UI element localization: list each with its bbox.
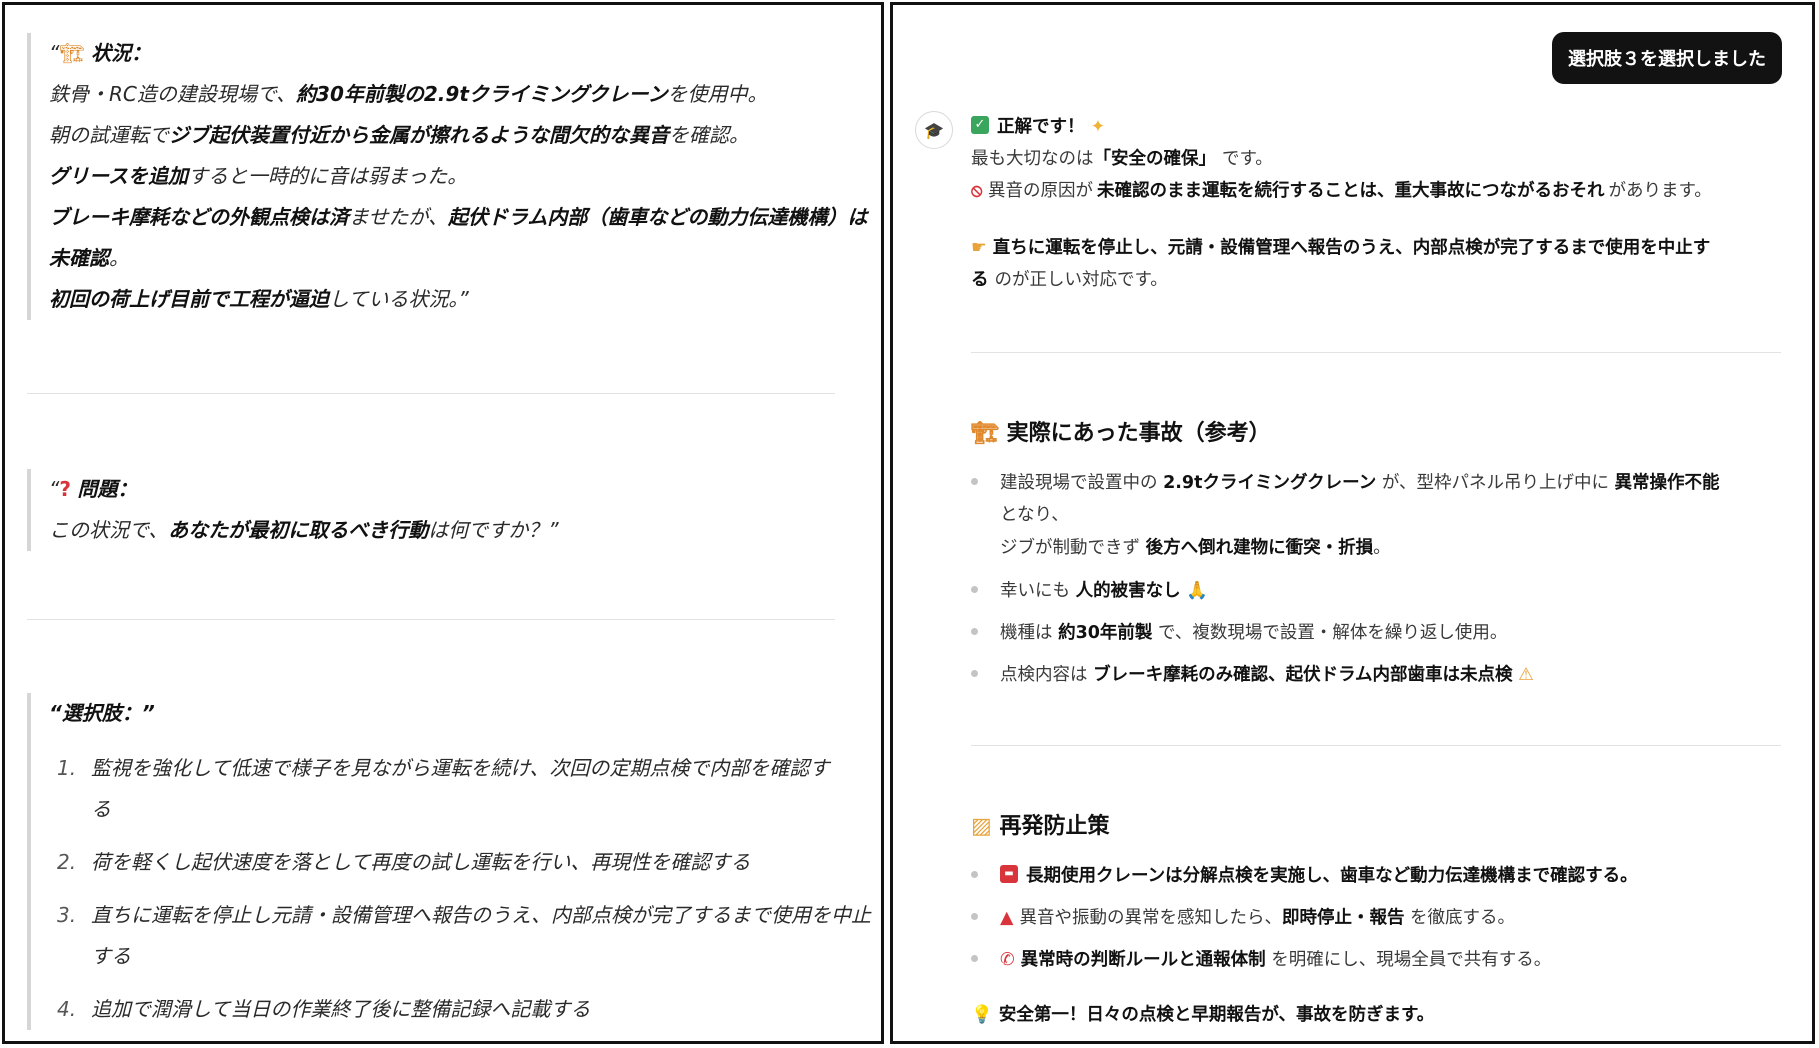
list-item: ✆ 異常時の判断ルールと通報体制 を明確にし、現場全員で共有する。 [971, 946, 1551, 971]
choice-text: 直ちに運転を停止し元請・設備管理へ報告のうえ、内部点検が完了するまで使用を中止 [91, 903, 871, 927]
situation-line-1: 鉄骨・RC造の建設現場で、約30年前製の2.9tクライミングクレーンを使用中。 [49, 82, 768, 106]
most-important-line: 最も大切なのは「安全の確保」 です。 [971, 149, 1273, 169]
divider [27, 619, 835, 620]
choice-text-cont: する [91, 944, 131, 968]
list-item: 幸いにも 人的被害なし 🙏 [971, 577, 1208, 602]
choice-item-4[interactable]: 4. 追加で潤滑して当日の作業終了後に整備記録へ記載する [57, 989, 837, 1030]
situation-line-5: 未確認。 [49, 246, 129, 270]
warning-line: ⦸ 異音の原因が 未確認のまま運転を続行することは、重大事故につながるおそれ があり… [971, 181, 1712, 201]
question-panel: “🏗 状況： 鉄骨・RC造の建設現場で、約30年前製の2.9tクライミングクレー… [2, 2, 884, 1044]
situation-quote: “🏗 状況： 鉄骨・RC造の建設現場で、約30年前製の2.9tクライミングクレー… [27, 33, 867, 320]
situation-line-4: ブレーキ摩耗などの外観点検は済ませたが、起伏ドラム内部（歯車などの動力伝達機構）… [49, 205, 868, 229]
question-label: 問題： [77, 477, 138, 501]
choices-label-line: “選択肢：” [49, 693, 837, 734]
answer-panel: 選択肢３を選択しました 🎓 ✓ 正解です！ ✦ 最も大切なのは「安全の確保」 です。… [890, 2, 1815, 1044]
prevention-heading: ▨ 再発防止策 [971, 814, 1110, 839]
graduation-cap-icon: 🎓 [915, 111, 953, 149]
choice-item-3[interactable]: 3. 直ちに運転を停止し元請・設備管理へ報告のうえ、内部点検が完了するまで使用を… [57, 895, 871, 977]
list-item-cont: となり、 [1000, 505, 1069, 525]
divider [971, 745, 1781, 746]
action-line-1: ☛ 直ちに運転を停止し、元請・設備管理へ報告のうえ、内部点検が完了するまで使用を… [971, 238, 1711, 258]
crane-icon: 🏗 [59, 41, 85, 65]
situation-label-line: “🏗 状況： [49, 41, 152, 65]
question-quote: “? 問題： この状況で、あなたが最初に取るべき行動は何ですか？” [27, 469, 559, 551]
situation-line-6: 初回の荷上げ目前で工程が逼迫している状況。” [49, 287, 469, 311]
selection-toast: 選択肢３を選択しました [1552, 32, 1782, 84]
action-line-2: るのが正しい対応です。 [971, 270, 1168, 290]
choice-item-2[interactable]: 2. 荷を軽くし起伏速度を落として再度の試し運転を行い、再現性を確認する [57, 842, 837, 883]
situation-label: 状況： [91, 41, 152, 65]
correct-line: ✓ 正解です！ ✦ [971, 113, 1105, 138]
correct-label: 正解です！ [997, 117, 1085, 137]
toolbox-icon: ▬ [1000, 865, 1018, 883]
choices-quote: “選択肢：” 1. 監視を強化して低速で様子を見ながら運転を続け、次回の定期点検… [27, 693, 871, 1030]
praying-hands-icon: 🙏 [1186, 581, 1208, 601]
warning-icon: ⚠ [1518, 665, 1534, 685]
divider [971, 352, 1781, 353]
phone-icon: ✆ [1000, 950, 1015, 970]
accident-heading: 🏗 実際にあった事故（参考） [971, 421, 1271, 446]
divider [27, 393, 835, 394]
choice-text: 監視を強化して低速で様子を見ながら運転を続け、次回の定期点検で内部を確認する [91, 756, 830, 821]
situation-line-3: グリースを追加すると一時的に音は弱まった。 [49, 164, 468, 188]
question-mark-icon: ? [59, 477, 71, 501]
situation-line-2: 朝の試運転でジブ起伏装置付近から金属が擦れるような間欠的な異音を確認。 [49, 123, 749, 147]
question-text: この状況で、あなたが最初に取るべき行動は何ですか？” [49, 518, 559, 542]
list-item: 点検内容は ブレーキ摩耗のみ確認、起伏ドラム内部歯車は未点検 ⚠ [971, 661, 1534, 686]
siren-icon: ▲ [1000, 908, 1014, 928]
pointing-hand-icon: ☛ [971, 238, 987, 258]
list-item: ▲ 異音や振動の異常を感知したら、即時停止・報告 を徹底する。 [971, 904, 1515, 929]
choices-label: “選択肢：” [49, 701, 155, 725]
lightbulb-icon: 💡 [971, 1005, 993, 1025]
list-item: ▬ 長期使用クレーンは分解点検を実施し、歯車など動力伝達機構まで確認する。 [971, 862, 1638, 887]
construction-barrier-icon: ▨ [971, 814, 992, 839]
list-item: 建設現場で設置中の 2.9tクライミングクレーン が、型枠パネル吊り上げ中に 異… [971, 469, 1720, 494]
question-label-line: “? 問題： [49, 477, 138, 501]
choice-text: 荷を軽くし起伏速度を落として再度の試し運転を行い、再現性を確認する [91, 850, 751, 874]
prohibited-icon: ⦸ [971, 181, 983, 201]
list-item-cont: ジブが制動できず 後方へ倒れ建物に衝突・折損。 [1000, 538, 1391, 558]
choice-item-1[interactable]: 1. 監視を強化して低速で様子を見ながら運転を続け、次回の定期点検で内部を確認す… [57, 748, 837, 830]
sparkle-icon: ✦ [1090, 117, 1106, 137]
footer-line: 💡 安全第一！日々の点検と早期報告が、事故を防ぎます。 [971, 1005, 1435, 1025]
list-item: 機種は 約30年前製 で、複数現場で設置・解体を繰り返し使用。 [971, 619, 1507, 644]
crane-icon: 🏗 [971, 421, 999, 446]
choice-text: 追加で潤滑して当日の作業終了後に整備記録へ記載する [91, 997, 591, 1021]
check-icon: ✓ [971, 116, 989, 134]
